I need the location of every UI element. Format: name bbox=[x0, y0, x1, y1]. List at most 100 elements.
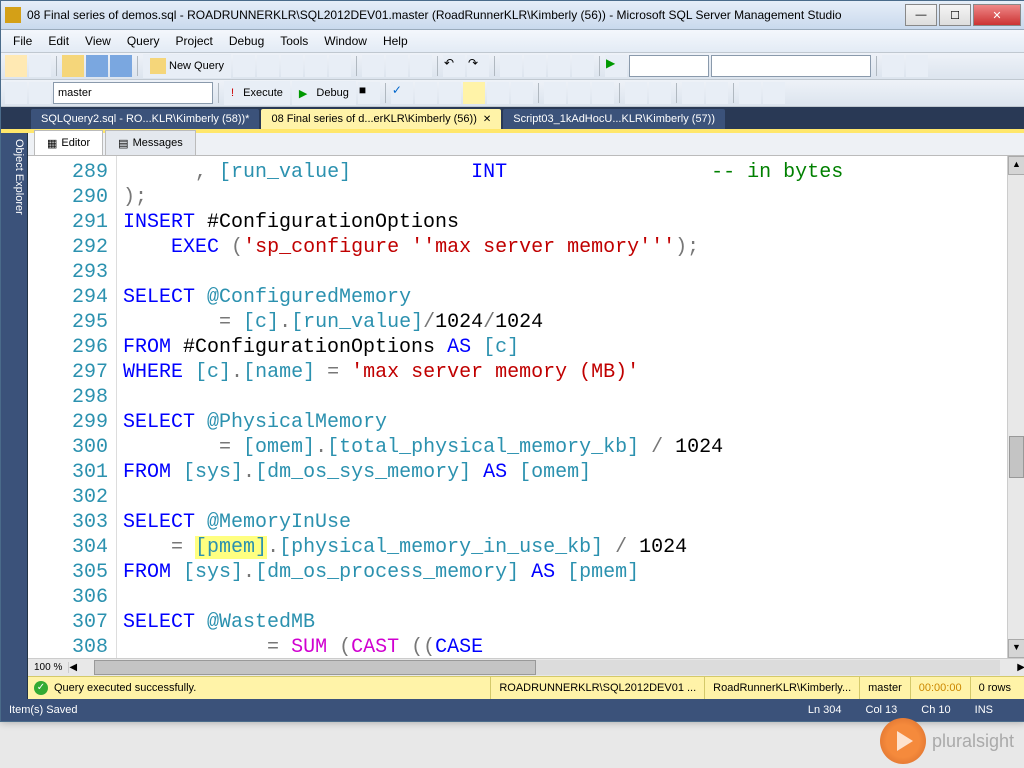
database-combo[interactable]: master bbox=[53, 82, 213, 104]
intellisense-icon[interactable] bbox=[463, 82, 485, 104]
redo-icon[interactable]: ↷ bbox=[467, 55, 489, 77]
status-message: Query executed successfully. bbox=[54, 682, 196, 694]
status-db: master bbox=[859, 677, 910, 699]
xmla-query-icon[interactable] bbox=[329, 55, 351, 77]
menu-window[interactable]: Window bbox=[316, 32, 375, 50]
status-user: RoadRunnerKLR\Kimberly... bbox=[704, 677, 859, 699]
menu-help[interactable]: Help bbox=[375, 32, 416, 50]
status-ln: Ln 304 bbox=[808, 704, 842, 716]
menu-view[interactable]: View bbox=[77, 32, 119, 50]
props-icon[interactable] bbox=[548, 55, 570, 77]
menu-file[interactable]: File bbox=[5, 32, 40, 50]
status-rows: 0 rows bbox=[970, 677, 1019, 699]
db-engine-query-icon[interactable] bbox=[233, 55, 255, 77]
status-server: ROADRUNNERKLR\SQL2012DEV01 ... bbox=[490, 677, 704, 699]
mdx-query-icon[interactable] bbox=[281, 55, 303, 77]
find-combo[interactable] bbox=[711, 55, 871, 77]
indent-icon[interactable] bbox=[682, 82, 704, 104]
doc-tab-2[interactable]: Script03_1kAdHocU...KLR\Kimberly (57)) bbox=[503, 109, 725, 129]
object-explorer-tab[interactable]: Object Explorer bbox=[1, 133, 28, 699]
zoom-combo[interactable]: 100 % bbox=[28, 662, 69, 673]
vertical-scrollbar[interactable]: ▲ ▼ bbox=[1007, 156, 1024, 658]
status-ch: Ch 10 bbox=[921, 704, 950, 716]
menu-debug[interactable]: Debug bbox=[221, 32, 272, 50]
close-button[interactable]: ✕ bbox=[973, 4, 1021, 26]
code-area[interactable]: , [run_value] INT -- in bytes);INSERT #C… bbox=[117, 156, 1007, 658]
cancel-query-icon[interactable]: ■ bbox=[358, 82, 380, 104]
code-editor[interactable]: 2892902912922932942952962972982993003013… bbox=[28, 156, 1024, 658]
open-icon[interactable] bbox=[62, 55, 84, 77]
ssms-window: 08 Final series of demos.sql - ROADRUNNE… bbox=[0, 0, 1024, 722]
save-all-icon[interactable] bbox=[110, 55, 132, 77]
window-title: 08 Final series of demos.sql - ROADRUNNE… bbox=[27, 8, 905, 22]
uncomment-icon[interactable] bbox=[649, 82, 671, 104]
change-connection-icon[interactable] bbox=[29, 82, 51, 104]
scroll-down-icon[interactable]: ▼ bbox=[1008, 639, 1024, 658]
status-saved: Item(s) Saved bbox=[9, 704, 77, 716]
zoom-bar: 100 % ◀ ▶ bbox=[28, 658, 1024, 676]
copy-icon[interactable] bbox=[386, 55, 408, 77]
status-time: 00:00:00 bbox=[910, 677, 970, 699]
help-icon[interactable] bbox=[906, 55, 928, 77]
actual-plan-icon[interactable] bbox=[487, 82, 509, 104]
titlebar[interactable]: 08 Final series of demos.sql - ROADRUNNE… bbox=[1, 1, 1024, 30]
template-icon[interactable] bbox=[763, 82, 785, 104]
undo-icon[interactable]: ↶ bbox=[443, 55, 465, 77]
scroll-thumb[interactable] bbox=[1009, 436, 1024, 478]
execute-button[interactable]: ! Execute bbox=[224, 81, 290, 105]
add-item-icon[interactable] bbox=[29, 55, 51, 77]
outdent-icon[interactable] bbox=[706, 82, 728, 104]
toolbar-standard: New Query ↶ ↷ ▶ bbox=[1, 53, 1024, 80]
comment-icon[interactable] bbox=[625, 82, 647, 104]
estimated-plan-icon[interactable] bbox=[415, 82, 437, 104]
query-options-icon[interactable] bbox=[439, 82, 461, 104]
scroll-up-icon[interactable]: ▲ bbox=[1008, 156, 1024, 175]
solution-config-combo[interactable] bbox=[629, 55, 709, 77]
messages-tab[interactable]: ▤Messages bbox=[105, 130, 196, 155]
new-project-icon[interactable] bbox=[5, 55, 27, 77]
scroll-right-icon[interactable]: ▶ bbox=[1017, 662, 1024, 673]
parse-icon[interactable]: ✓ bbox=[391, 82, 413, 104]
maximize-button[interactable]: ☐ bbox=[939, 4, 971, 26]
menu-query[interactable]: Query bbox=[119, 32, 168, 50]
cut-icon[interactable] bbox=[362, 55, 384, 77]
results-grid-icon[interactable] bbox=[568, 82, 590, 104]
document-tabs: SQLQuery2.sql - RO...KLR\Kimberly (58))*… bbox=[1, 107, 1024, 129]
results-file-icon[interactable] bbox=[592, 82, 614, 104]
horizontal-scrollbar[interactable] bbox=[94, 660, 1000, 675]
menu-tools[interactable]: Tools bbox=[272, 32, 316, 50]
line-gutter: 2892902912922932942952962972982993003013… bbox=[28, 156, 117, 658]
minimize-button[interactable]: — bbox=[905, 4, 937, 26]
menu-edit[interactable]: Edit bbox=[40, 32, 77, 50]
close-icon[interactable]: ✕ bbox=[483, 114, 491, 125]
client-stats-icon[interactable] bbox=[511, 82, 533, 104]
app-icon bbox=[5, 7, 21, 23]
nav-fwd-icon[interactable] bbox=[524, 55, 546, 77]
menubar: File Edit View Query Project Debug Tools… bbox=[1, 30, 1024, 53]
new-query-button[interactable]: New Query bbox=[143, 54, 231, 78]
messages-icon: ▤ bbox=[118, 137, 128, 150]
doc-tab-0[interactable]: SQLQuery2.sql - RO...KLR\Kimberly (58))* bbox=[31, 109, 259, 129]
doc-tab-1[interactable]: 08 Final series of d...erKLR\Kimberly (5… bbox=[261, 109, 501, 129]
status-ins: INS bbox=[975, 704, 993, 716]
specify-values-icon[interactable] bbox=[739, 82, 761, 104]
activity-icon[interactable] bbox=[572, 55, 594, 77]
pluralsight-watermark: pluralsight bbox=[880, 718, 1014, 764]
editor-tabs: ▦Editor ▤Messages bbox=[28, 133, 1024, 156]
dmx-query-icon[interactable] bbox=[305, 55, 327, 77]
hscroll-thumb[interactable] bbox=[94, 660, 536, 675]
start-icon[interactable]: ▶ bbox=[605, 55, 627, 77]
save-icon[interactable] bbox=[86, 55, 108, 77]
paste-icon[interactable] bbox=[410, 55, 432, 77]
registered-servers-icon[interactable] bbox=[882, 55, 904, 77]
connect-icon[interactable] bbox=[5, 82, 27, 104]
analysis-query-icon[interactable] bbox=[257, 55, 279, 77]
nav-back-icon[interactable] bbox=[500, 55, 522, 77]
results-text-icon[interactable] bbox=[544, 82, 566, 104]
scroll-left-icon[interactable]: ◀ bbox=[69, 662, 77, 673]
debug-button[interactable]: ▶ Debug bbox=[292, 81, 356, 105]
play-icon bbox=[880, 718, 926, 764]
editor-tab[interactable]: ▦Editor bbox=[34, 130, 103, 155]
query-status-bar: ✓ Query executed successfully. ROADRUNNE… bbox=[28, 676, 1024, 699]
menu-project[interactable]: Project bbox=[168, 32, 221, 50]
